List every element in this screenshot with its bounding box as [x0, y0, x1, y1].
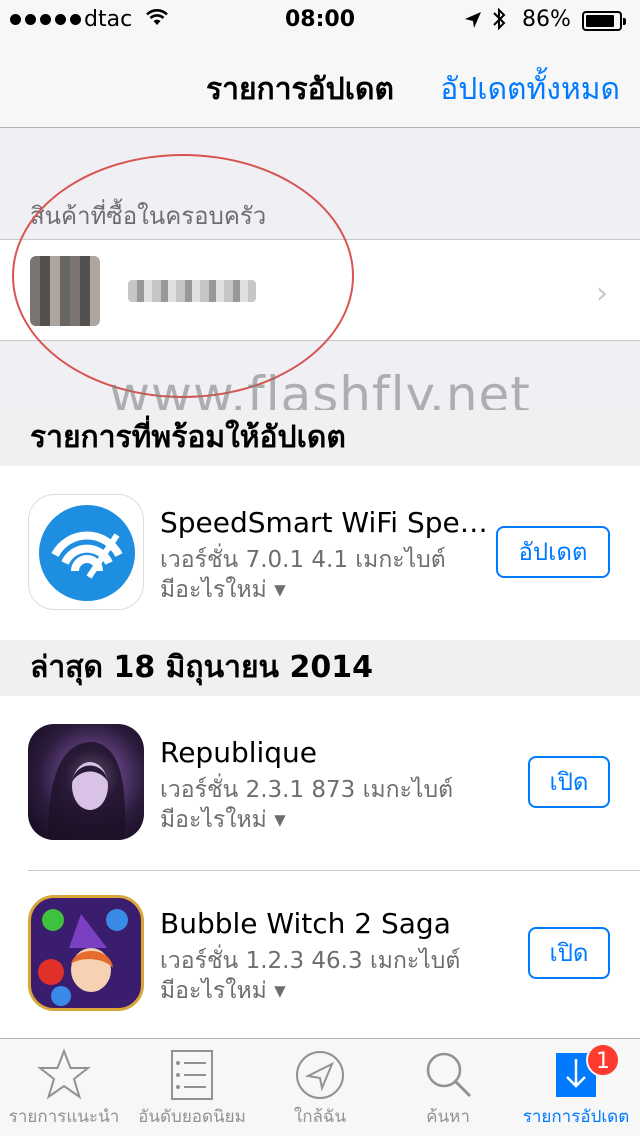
- avatar: [30, 256, 100, 326]
- wifi-speed-icon: [28, 494, 144, 610]
- recent-updates-header: ล่าสุด 18 มิถุนายน 2014: [0, 640, 640, 696]
- tab-search[interactable]: ค้นหา: [384, 1039, 512, 1136]
- tab-featured[interactable]: รายการแนะนำ: [0, 1039, 128, 1136]
- tab-label: ค้นหา: [426, 1107, 470, 1127]
- app-row-republique[interactable]: Republique เวอร์ชั่น 2.3.1 873 เมกะไบต์ …: [0, 696, 640, 870]
- open-button[interactable]: เปิด: [528, 756, 610, 808]
- location-arrow-icon: [296, 1051, 344, 1099]
- battery-percent: 86%: [522, 7, 571, 32]
- tab-label: ใกล้ฉัน: [293, 1107, 347, 1127]
- search-icon: [426, 1052, 472, 1098]
- status-bar: dtac 08:00 86%: [0, 0, 640, 40]
- tab-top-charts[interactable]: อันดับยอดนิยม: [128, 1039, 256, 1136]
- tab-label: รายการแนะนำ: [8, 1107, 120, 1127]
- battery-fill: [586, 15, 614, 27]
- battery-icon: [582, 11, 626, 31]
- update-button[interactable]: อัปเดต: [496, 526, 610, 578]
- top-bar: dtac 08:00 86% รายการอัปเดต อัปเดตทั้งหม…: [0, 0, 640, 128]
- tab-near-me[interactable]: ใกล้ฉัน: [256, 1039, 384, 1136]
- family-purchases-header: สินค้าที่ซื้อในครอบครัว: [30, 202, 267, 230]
- app-row-bubble-witch[interactable]: Bubble Witch 2 Saga เวอร์ชั่น 1.2.3 46.3…: [0, 871, 640, 1038]
- update-all-button[interactable]: อัปเดตทั้งหมด: [440, 66, 620, 113]
- whats-new-toggle[interactable]: มีอะไรใหม่ ▾: [160, 572, 286, 608]
- ready-updates-header: รายการที่พร้อมให้อัปเดต: [0, 410, 640, 466]
- whats-new-toggle[interactable]: มีอะไรใหม่ ▾: [160, 802, 286, 838]
- star-icon: [37, 1048, 91, 1100]
- chevron-right-icon: ›: [596, 276, 608, 311]
- tab-updates[interactable]: 1 รายการอัปเดต: [512, 1039, 640, 1136]
- tab-bar: รายการแนะนำ อันดับยอดนิยม ใกล้ฉัน ค้นหา: [0, 1038, 640, 1136]
- open-button[interactable]: เปิด: [528, 927, 610, 979]
- page-title: รายการอัปเดต: [206, 72, 394, 107]
- bluetooth-icon: [493, 7, 506, 31]
- recent-list: Republique เวอร์ชั่น 2.3.1 873 เมกะไบต์ …: [0, 696, 640, 1038]
- tab-label: อันดับยอดนิยม: [138, 1107, 246, 1127]
- bubble-witch-icon: [28, 895, 144, 1011]
- family-member-name-blurred: [128, 280, 256, 302]
- family-member-row[interactable]: ›: [0, 239, 640, 341]
- app-name: Bubble Witch 2 Saga: [160, 907, 451, 940]
- app-row-speedsmart[interactable]: SpeedSmart WiFi Spe… เวอร์ชั่น 7.0.1 4.1…: [0, 466, 640, 640]
- whats-new-toggle[interactable]: มีอะไรใหม่ ▾: [160, 973, 286, 1009]
- app-name: SpeedSmart WiFi Spe…: [160, 506, 488, 539]
- location-services-icon: [465, 12, 481, 28]
- list-icon: [171, 1050, 213, 1100]
- hooded-woman-icon: [28, 724, 144, 840]
- tab-label: รายการอัปเดต: [522, 1107, 630, 1127]
- update-count-badge: 1: [586, 1043, 620, 1077]
- app-name: Republique: [160, 736, 318, 769]
